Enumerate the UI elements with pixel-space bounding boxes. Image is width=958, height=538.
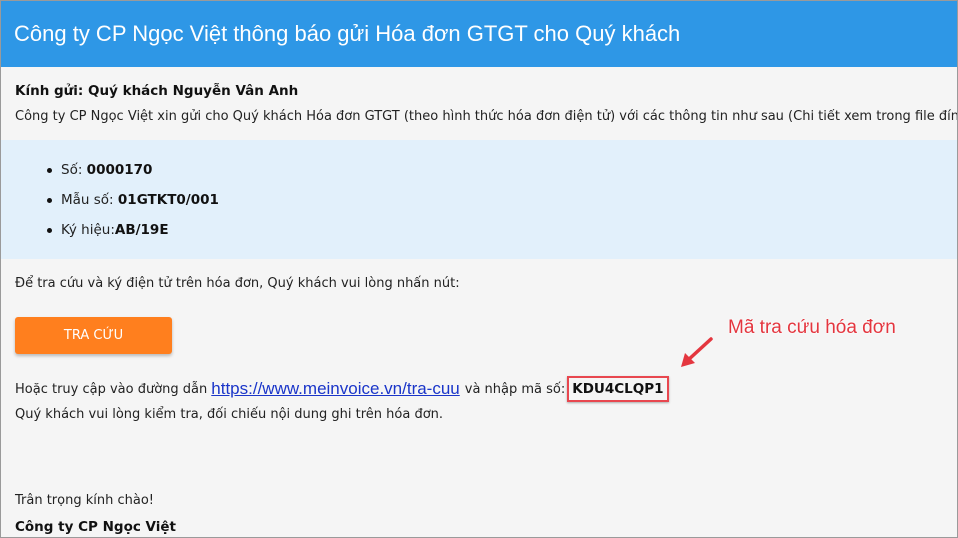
email-window: Công ty CP Ngọc Việt thông báo gửi Hóa đ…: [0, 0, 958, 538]
email-header: Công ty CP Ngọc Việt thông báo gửi Hóa đ…: [1, 1, 957, 67]
invoice-info-box: Số: 0000170 Mẫu số: 01GTKT0/001 Ký hiệu:…: [1, 140, 957, 259]
invoice-number-item: Số: 0000170: [47, 162, 219, 192]
invoice-symbol-value: AB/19E: [114, 222, 169, 238]
check-note: Quý khách vui lòng kiểm tra, đối chiếu n…: [15, 407, 444, 422]
invoice-symbol-label: Ký hiệu:: [61, 222, 115, 238]
greeting-text: Kính gửi: Quý khách Nguyễn Vân Anh: [15, 83, 299, 99]
email-title: Công ty CP Ngọc Việt thông báo gửi Hóa đ…: [14, 21, 681, 46]
lookup-code: KDU4CLQP1: [567, 376, 669, 402]
regards-text: Trân trọng kính chào!: [15, 493, 155, 508]
invoice-template-label: Mẫu số:: [61, 192, 118, 208]
invoice-number-value: 0000170: [86, 162, 153, 178]
annotation-label: Mã tra cứu hóa đơn: [728, 317, 896, 338]
instruction-text: Để tra cứu và ký điện tử trên hóa đơn, Q…: [15, 276, 460, 291]
arrow-icon: [681, 337, 713, 367]
access-prefix: Hoặc truy cập vào đường dẫn: [15, 381, 208, 397]
invoice-symbol-item: Ký hiệu:AB/19E: [47, 222, 219, 252]
code-label: và nhập mã số:: [464, 381, 566, 397]
intro-text: Công ty CP Ngọc Việt xin gửi cho Quý khá…: [15, 109, 958, 124]
lookup-button[interactable]: TRA CỨU: [15, 317, 172, 354]
invoice-number-label: Số:: [61, 162, 87, 178]
invoice-template-value: 01GTKT0/001: [117, 192, 219, 208]
access-line: Hoặc truy cập vào đường dẫn https://www.…: [15, 376, 669, 402]
invoice-template-item: Mẫu số: 01GTKT0/001: [47, 192, 219, 222]
lookup-link[interactable]: https://www.meinvoice.vn/tra-cuu: [211, 379, 459, 399]
signature-text: Công ty CP Ngọc Việt: [15, 519, 176, 535]
invoice-info-list: Số: 0000170 Mẫu số: 01GTKT0/001 Ký hiệu:…: [47, 162, 219, 252]
